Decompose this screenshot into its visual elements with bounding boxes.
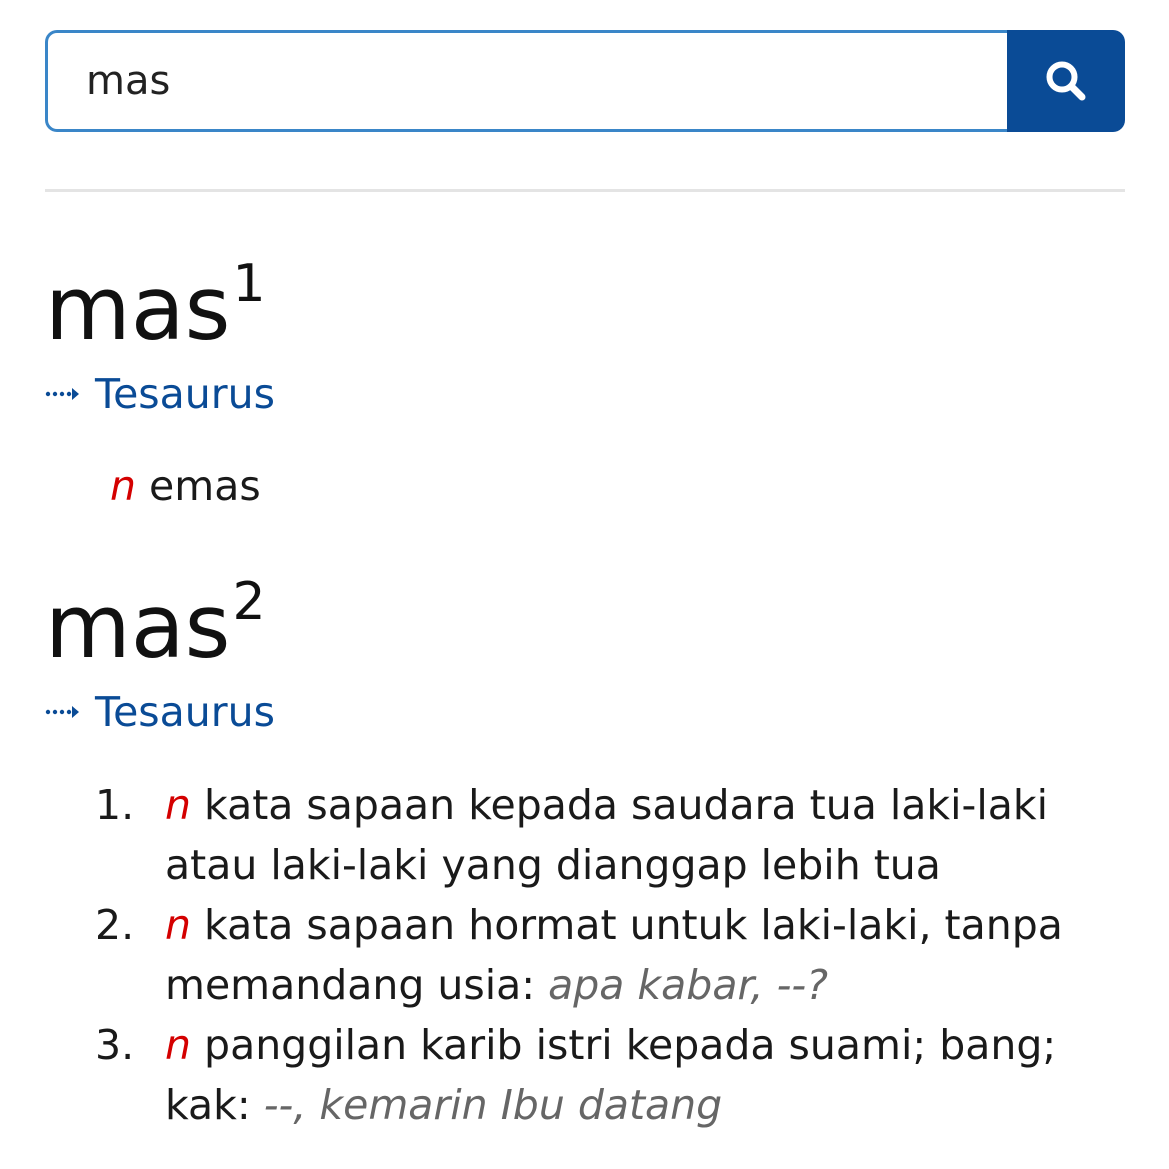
definition: emas: [149, 462, 261, 510]
headword-text: mas: [45, 257, 231, 360]
dotted-arrow-icon: [45, 706, 79, 718]
part-of-speech: n: [165, 1021, 191, 1069]
sense-number: 1.: [95, 781, 135, 829]
sense-item: n emas: [110, 462, 261, 511]
entry-headword-2: mas2: [45, 576, 266, 671]
sense-text: n kata sapaan hormat untuk laki-laki, ta…: [165, 895, 1135, 1015]
part-of-speech: n: [165, 901, 191, 949]
example-text: apa kabar, --?: [548, 961, 828, 1009]
sense-item: 2. n kata sapaan hormat untuk laki-laki,…: [95, 895, 1135, 1015]
thesaurus-link-2[interactable]: Tesaurus: [45, 688, 275, 736]
sense-text: n panggilan karib istri kepada suami; ba…: [165, 1015, 1135, 1135]
homonym-number: 1: [232, 253, 266, 314]
sense-item: 3. n panggilan karib istri kepada suami;…: [95, 1015, 1135, 1135]
search-button[interactable]: [1007, 30, 1125, 132]
sense-number: 2.: [95, 901, 135, 949]
sense-item: 1. n kata sapaan kepada saudara tua laki…: [95, 775, 1135, 895]
dictionary-page: mas1 Tesaurus n emas mas2 Tesaurus 1. n …: [0, 0, 1169, 1169]
dotted-arrow-icon: [45, 388, 79, 400]
search-icon: [1046, 61, 1086, 101]
definition: kata sapaan kepada saudara tua laki-laki…: [165, 781, 1048, 889]
thesaurus-link-1[interactable]: Tesaurus: [45, 370, 275, 418]
homonym-number: 2: [232, 571, 266, 632]
part-of-speech: n: [165, 781, 191, 829]
divider: [45, 189, 1125, 192]
sense-number: 3.: [95, 1021, 135, 1069]
search-input[interactable]: [45, 30, 1007, 132]
search-bar: [45, 30, 1125, 132]
thesaurus-label: Tesaurus: [95, 688, 275, 736]
sense-list: 1. n kata sapaan kepada saudara tua laki…: [95, 775, 1135, 1135]
example-text: --, kemarin Ibu datang: [263, 1081, 723, 1129]
sense-text: n kata sapaan kepada saudara tua laki-la…: [165, 775, 1135, 895]
thesaurus-label: Tesaurus: [95, 370, 275, 418]
part-of-speech: n: [110, 462, 136, 510]
entry-headword-1: mas1: [45, 258, 266, 353]
headword-text: mas: [45, 575, 231, 678]
